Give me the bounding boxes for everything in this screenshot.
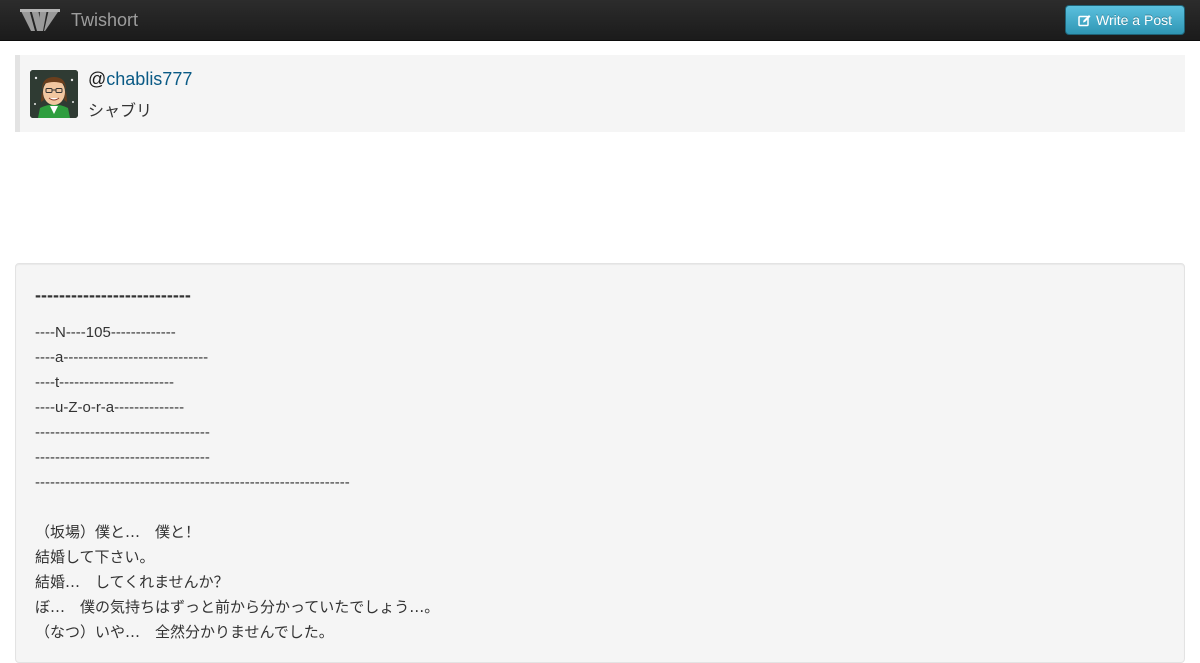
write-post-button[interactable]: Write a Post [1065, 5, 1185, 35]
edit-icon [1078, 14, 1091, 27]
post-line: ----N----105------------- [35, 324, 176, 341]
post-line: ----t----------------------- [35, 374, 175, 391]
post-line: （なつ）いや… 全然分かりませんでした。 [35, 623, 334, 641]
brand-link[interactable]: Twishort [18, 4, 138, 36]
post-content: -------------------------- ----N----105-… [15, 263, 1185, 663]
post-line: ぼ… 僕の気持ちはずっと前から分かっていたでしょう…。 [35, 598, 440, 616]
post-body: ----N----105------------- ----a---------… [35, 320, 1165, 645]
post-line: ----------------------------------- [35, 449, 210, 466]
post-line: ----------------------------------------… [35, 474, 350, 491]
post-line: ----u-Z-o-r-a-------------- [35, 399, 185, 416]
user-handle-link[interactable]: @chablis777 [88, 69, 192, 90]
twishort-logo-icon [18, 5, 62, 35]
avatar[interactable] [30, 70, 78, 118]
post-title: -------------------------- [35, 285, 191, 305]
post-line: ----a----------------------------- [35, 349, 209, 366]
brand-name: Twishort [71, 9, 139, 30]
user-handle[interactable]: chablis777 [106, 69, 192, 89]
post-line: ----------------------------------- [35, 424, 210, 441]
write-post-label: Write a Post [1096, 12, 1172, 28]
post-line: 結婚… してくれませんか？ [35, 573, 229, 591]
post-line: （坂場）僕と… 僕と！ [35, 523, 201, 541]
post-line: 結婚して下さい。 [35, 548, 155, 566]
top-navbar: Twishort Write a Post [0, 0, 1200, 41]
post-line-blank [35, 495, 1165, 520]
user-card: @chablis777 シャブリ [15, 55, 1185, 132]
user-display-name: シャブリ [88, 101, 153, 120]
